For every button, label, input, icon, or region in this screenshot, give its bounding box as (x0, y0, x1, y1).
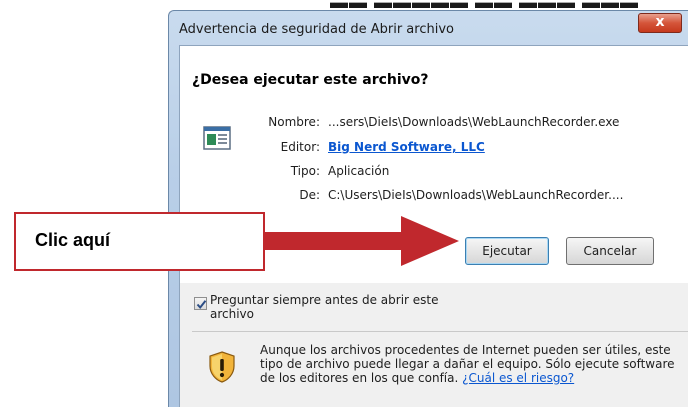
name-value: ...sers\DieIs\Downloads\WebLaunchRecorde… (328, 115, 620, 129)
instruction-callout: Clic aquí (14, 212, 265, 271)
from-value: C:\Users\DieIs\Downloads\WebLaunchRecord… (328, 188, 624, 202)
security-warning-dialog: Advertencia de seguridad de Abrir archiv… (168, 10, 688, 407)
pointer-arrow-icon (263, 216, 459, 266)
type-value: Aplicación (328, 164, 390, 178)
risk-link[interactable]: ¿Cuál es el riesgo? (462, 371, 574, 385)
warning-message: Aunque los archivos procedentes de Inter… (260, 343, 688, 385)
checkmark-icon (196, 300, 207, 310)
publisher-link[interactable]: Big Nerd Software, LLC (328, 140, 485, 154)
cancel-button[interactable]: Cancelar (566, 237, 654, 265)
type-label: Tipo: (290, 164, 320, 178)
title-bar[interactable]: Advertencia de seguridad de Abrir archiv… (169, 11, 688, 45)
window-title: Advertencia de seguridad de Abrir archiv… (179, 22, 454, 37)
always-ask-checkbox[interactable] (194, 297, 207, 310)
name-label: Nombre: (268, 115, 320, 129)
always-ask-label[interactable]: Preguntar siempre antes de abrir este ar… (210, 293, 450, 321)
security-shield-icon (209, 351, 235, 383)
dialog-question: ¿Desea ejecutar este archivo? (192, 72, 429, 88)
callout-label: Clic aquí (35, 230, 111, 250)
publisher-label: Editor: (280, 140, 320, 154)
run-button[interactable]: Ejecutar (465, 237, 549, 265)
section-divider (192, 331, 688, 332)
close-button[interactable]: x (638, 13, 682, 33)
from-label: De: (299, 188, 320, 202)
